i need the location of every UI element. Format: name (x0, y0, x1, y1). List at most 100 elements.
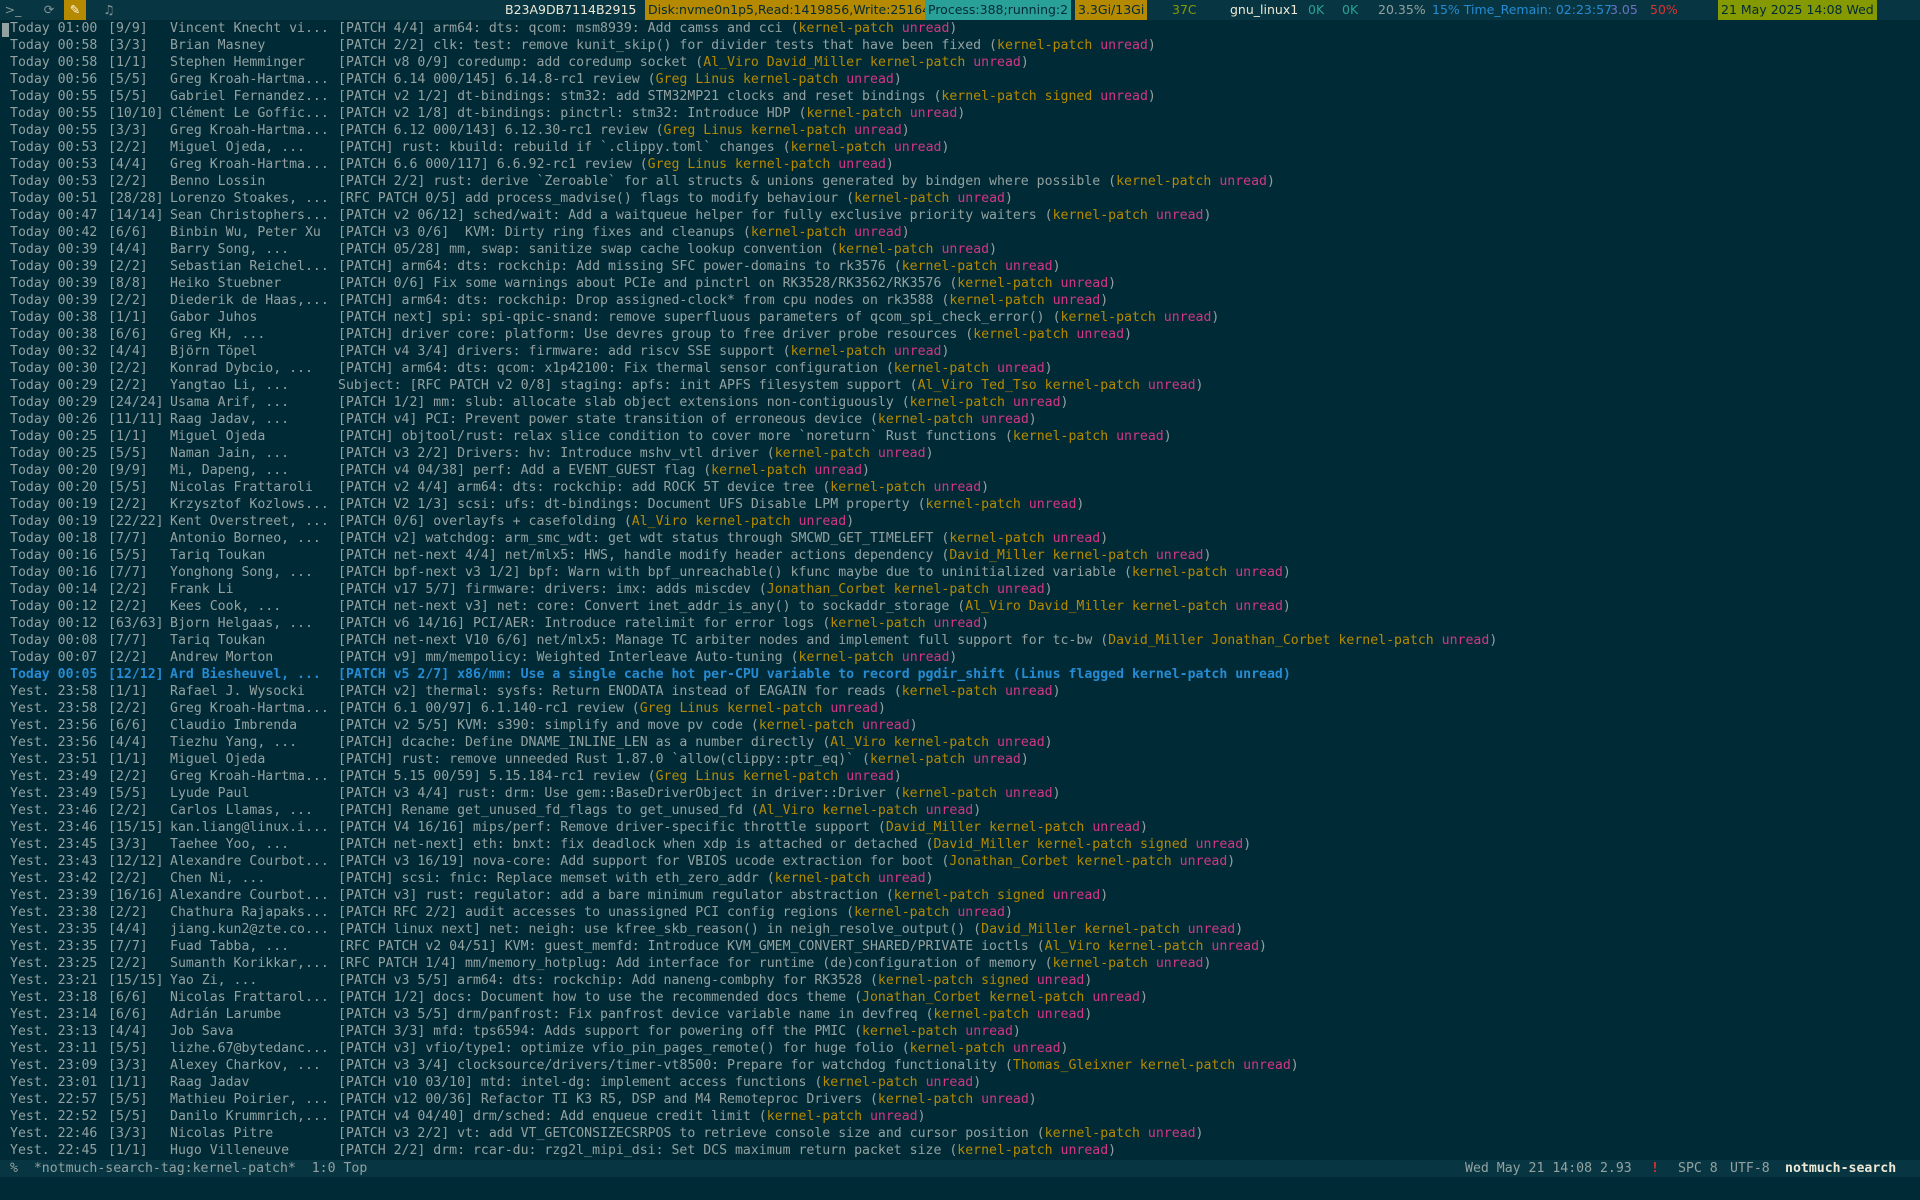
thread-date: Yest. 23:25 (10, 956, 98, 971)
workspace-button[interactable]: ♫ (98, 0, 120, 20)
thread-row[interactable]: Today 00:16 [7/7] Yonghong Song, ... [PATCH… (0, 564, 1920, 581)
thread-row[interactable]: Yest. 23:21 [15/15] Yao Zi, ... [PATCH v3 5… (0, 972, 1920, 989)
thread-row[interactable]: Today 00:39 [4/4] Barry Song, ... [PATCH 05… (0, 241, 1920, 258)
thread-row[interactable]: Today 00:55 [3/3] Greg Kroah-Hartma... [PAT… (0, 122, 1920, 139)
thread-row[interactable]: Today 00:12 [2/2] Kees Cook, ... [PATCH net… (0, 598, 1920, 615)
thread-row[interactable]: Today 00:53 [2/2] Miguel Ojeda, ... [PATCH]… (0, 139, 1920, 156)
thread-row[interactable]: Today 00:47 [14/14] Sean Christophers... [P… (0, 207, 1920, 224)
thread-row[interactable]: Yest. 23:42 [2/2] Chen Ni, ... [PATCH] scsi… (0, 870, 1920, 887)
thread-row[interactable]: Today 00:38 [1/1] Gabor Juhos [PATCH next] … (0, 309, 1920, 326)
thread-row[interactable]: Yest. 23:56 [4/4] Tiezhu Yang, ... [PATCH] … (0, 734, 1920, 751)
status-up: 0K (1342, 2, 1359, 17)
thread-row[interactable]: Yest. 23:38 [2/2] Chathura Rajapaks... [PAT… (0, 904, 1920, 921)
thread-authors: Usama Arif, ... (170, 395, 290, 410)
thread-row[interactable]: Today 00:20 [9/9] Mi, Dapeng, ... [PATCH v4… (0, 462, 1920, 479)
thread-row[interactable]: Today 00:39 [2/2] Sebastian Reichel... [PAT… (0, 258, 1920, 275)
thread-row[interactable]: Today 00:53 [4/4] Greg Kroah-Hartma... [PAT… (0, 156, 1920, 173)
thread-row[interactable]: Today 00:55 [5/5] Gabriel Fernandez... [PAT… (0, 88, 1920, 105)
thread-row[interactable]: Today 00:07 [2/2] Andrew Morton [PATCH v9] … (0, 649, 1920, 666)
thread-date: Today 01:00 (10, 21, 98, 36)
thread-row[interactable]: Yest. 23:35 [4/4] jiang.kun2@zte.co... [PAT… (0, 921, 1920, 938)
workspace-button[interactable]: >_ (2, 0, 24, 20)
text-cursor (2, 23, 9, 37)
workspace-button[interactable]: ⟳ (38, 0, 60, 20)
thread-row[interactable]: Yest. 23:18 [6/6] Nicolas Frattarol... [PAT… (0, 989, 1920, 1006)
thread-authors: Lorenzo Stoakes, ... (170, 191, 329, 206)
thread-row[interactable]: Yest. 22:57 [5/5] Mathieu Poirier, ... [PAT… (0, 1091, 1920, 1108)
workspace-button[interactable]: ✎ (64, 0, 86, 20)
thread-row[interactable]: Yest. 23:49 [2/2] Greg Kroah-Hartma... [PAT… (0, 768, 1920, 785)
thread-row[interactable]: Today 00:39 [2/2] Diederik de Haas,... [PAT… (0, 292, 1920, 309)
thread-subject-line: [PATCH 2/2] rust: derive `Zeroable` for … (338, 174, 1275, 189)
thread-row[interactable]: Today 00:51 [28/28] Lorenzo Stoakes, ... [R… (0, 190, 1920, 207)
thread-row[interactable]: Yest. 23:25 [2/2] Sumanth Korikkar,... [RFC… (0, 955, 1920, 972)
thread-row[interactable]: Yest. 23:46 [15/15] kan.liang@linux.i... [P… (0, 819, 1920, 836)
thread-row[interactable]: Yest. 23:45 [3/3] Taehee Yoo, ... [PATCH ne… (0, 836, 1920, 853)
thread-row[interactable]: Today 00:32 [4/4] Björn Töpel [PATCH v4 3/4… (0, 343, 1920, 360)
thread-row[interactable]: Today 00:56 [5/5] Greg Kroah-Hartma... [PAT… (0, 71, 1920, 88)
thread-date: Yest. 23:09 (10, 1058, 98, 1073)
thread-row[interactable]: Yest. 23:39 [16/16] Alexandre Courbot... [P… (0, 887, 1920, 904)
thread-row[interactable]: Today 00:19 [22/22] Kent Overstreet, ... [P… (0, 513, 1920, 530)
thread-row[interactable]: Today 00:58 [1/1] Stephen Hemminger [PATCH … (0, 54, 1920, 71)
thread-row[interactable]: Yest. 23:58 [1/1] Rafael J. Wysocki [PATCH … (0, 683, 1920, 700)
thread-count: [4/4] (108, 735, 148, 750)
thread-row[interactable]: Yest. 22:52 [5/5] Danilo Krummrich,... [PAT… (0, 1108, 1920, 1125)
thread-row[interactable]: Yest. 23:09 [3/3] Alexey Charkov, ... [PATC… (0, 1057, 1920, 1074)
thread-tag: kernel-patch (877, 973, 974, 988)
thread-row[interactable]: Today 00:39 [8/8] Heiko Stuebner [PATCH 0/6… (0, 275, 1920, 292)
thread-row[interactable]: Yest. 23:35 [7/7] Fuad Tabba, ... [RFC PATC… (0, 938, 1920, 955)
thread-row[interactable]: Today 00:53 [2/2] Benno Lossin [PATCH 2/2] … (0, 173, 1920, 190)
thread-row[interactable]: Yest. 23:46 [2/2] Carlos Llamas, ... [PATCH… (0, 802, 1920, 819)
thread-authors: Raag Jadav, ... (170, 412, 290, 427)
thread-authors: Frank Li (170, 582, 234, 597)
thread-subject: [PATCH v3 2/2] vt: add VT_GETCONSIZECSRP… (338, 1126, 1029, 1141)
thread-row[interactable]: Today 00:25 [5/5] Naman Jain, ... [PATCH v3… (0, 445, 1920, 462)
thread-row[interactable]: Today 00:19 [2/2] Krzysztof Kozlows... [PAT… (0, 496, 1920, 513)
thread-date: Today 00:08 (10, 633, 98, 648)
thread-row[interactable]: Yest. 23:11 [5/5] lizhe.67@bytedanc... [PAT… (0, 1040, 1920, 1057)
thread-row[interactable]: Today 00:26 [11/11] Raag Jadav, ... [PATCH … (0, 411, 1920, 428)
thread-row[interactable]: Today 00:58 [3/3] Brian Masney [PATCH 2/2] … (0, 37, 1920, 54)
thread-row[interactable]: Today 00:08 [7/7] Tariq Toukan [PATCH net-n… (0, 632, 1920, 649)
thread-date: Today 00:56 (10, 72, 98, 87)
thread-authors: Miguel Ojeda (170, 752, 266, 767)
thread-authors: Chathura Rajapaks... (170, 905, 329, 920)
thread-row[interactable]: Yest. 23:51 [1/1] Miguel Ojeda [PATCH] rust… (0, 751, 1920, 768)
thread-row[interactable]: Today 00:25 [1/1] Miguel Ojeda [PATCH] objt… (0, 428, 1920, 445)
thread-row[interactable]: Yest. 22:46 [3/3] Nicolas Pitre [PATCH v3 2… (0, 1125, 1920, 1142)
thread-tag: unread (997, 735, 1045, 750)
thread-subject: [PATCH v3 0/6] KVM: Dirty ring fixes and… (338, 225, 735, 240)
thread-row[interactable]: Today 00:38 [6/6] Greg KH, ... [PATCH] driv… (0, 326, 1920, 343)
thread-row[interactable]: Yest. 23:43 [12/12] Alexandre Courbot... [P… (0, 853, 1920, 870)
thread-row[interactable]: Yest. 23:01 [1/1] Raag Jadav [PATCH v10 03/… (0, 1074, 1920, 1091)
thread-row[interactable]: Today 00:30 [2/2] Konrad Dybcio, ... [PATCH… (0, 360, 1920, 377)
thread-row[interactable]: Today 00:20 [5/5] Nicolas Frattaroli [PATCH… (0, 479, 1920, 496)
status-volume: 50% (1650, 2, 1678, 17)
thread-row[interactable]: Today 00:42 [6/6] Binbin Wu, Peter Xu [PATC… (0, 224, 1920, 241)
thread-row[interactable]: Yest. 23:14 [6/6] Adrián Larumbe [PATCH v3 … (0, 1006, 1920, 1023)
thread-row[interactable]: Today 00:18 [7/7] Antonio Borneo, ... [PATC… (0, 530, 1920, 547)
thread-subject: [PATCH 6.12 000/143] 6.12.30-rc1 review (338, 123, 648, 138)
thread-row[interactable]: Today 00:05 [12/12] Ard Biesheuvel, ... [PA… (0, 666, 1920, 683)
thread-row[interactable]: Yest. 23:49 [5/5] Lyude Paul [PATCH v3 4/4]… (0, 785, 1920, 802)
thread-row[interactable]: Today 00:29 [24/24] Usama Arif, ... [PATCH … (0, 394, 1920, 411)
thread-date: Yest. 23:39 (10, 888, 98, 903)
thread-count: [12/12] (108, 667, 164, 682)
thread-row[interactable]: Yest. 23:58 [2/2] Greg Kroah-Hartma... [PAT… (0, 700, 1920, 717)
thread-tag: Al_Viro (703, 55, 759, 70)
thread-row[interactable]: Today 01:00 [9/9] Vincent Knecht vi... [PAT… (0, 20, 1920, 37)
thread-row[interactable]: Today 00:29 [2/2] Yangtao Li, ... Subject: … (0, 377, 1920, 394)
thread-row[interactable]: Today 00:55 [10/10] Clément Le Goffic... [P… (0, 105, 1920, 122)
thread-row[interactable]: Yest. 22:45 [1/1] Hugo Villeneuve [PATCH 2/… (0, 1142, 1920, 1159)
thread-subject: [PATCH] Rename get_unused_fd_flags to ge… (338, 803, 743, 818)
thread-row[interactable]: Yest. 23:56 [6/6] Claudio Imbrenda [PATCH v… (0, 717, 1920, 734)
thread-date: Today 00:53 (10, 174, 98, 189)
thread-count: [4/4] (108, 922, 148, 937)
thread-row[interactable]: Today 00:14 [2/2] Frank Li [PATCH v17 5/7] … (0, 581, 1920, 598)
thread-row[interactable]: Today 00:16 [5/5] Tariq Toukan [PATCH net-n… (0, 547, 1920, 564)
thread-subject-line: [PATCH v9] mm/mempolicy: Weighted Interl… (338, 650, 958, 665)
thread-tag: kernel-patch (862, 1024, 958, 1039)
thread-row[interactable]: Today 00:12 [63/63] Bjorn Helgaas, ... [PAT… (0, 615, 1920, 632)
thread-row[interactable]: Yest. 23:13 [4/4] Job Sava [PATCH 3/3] mfd:… (0, 1023, 1920, 1040)
